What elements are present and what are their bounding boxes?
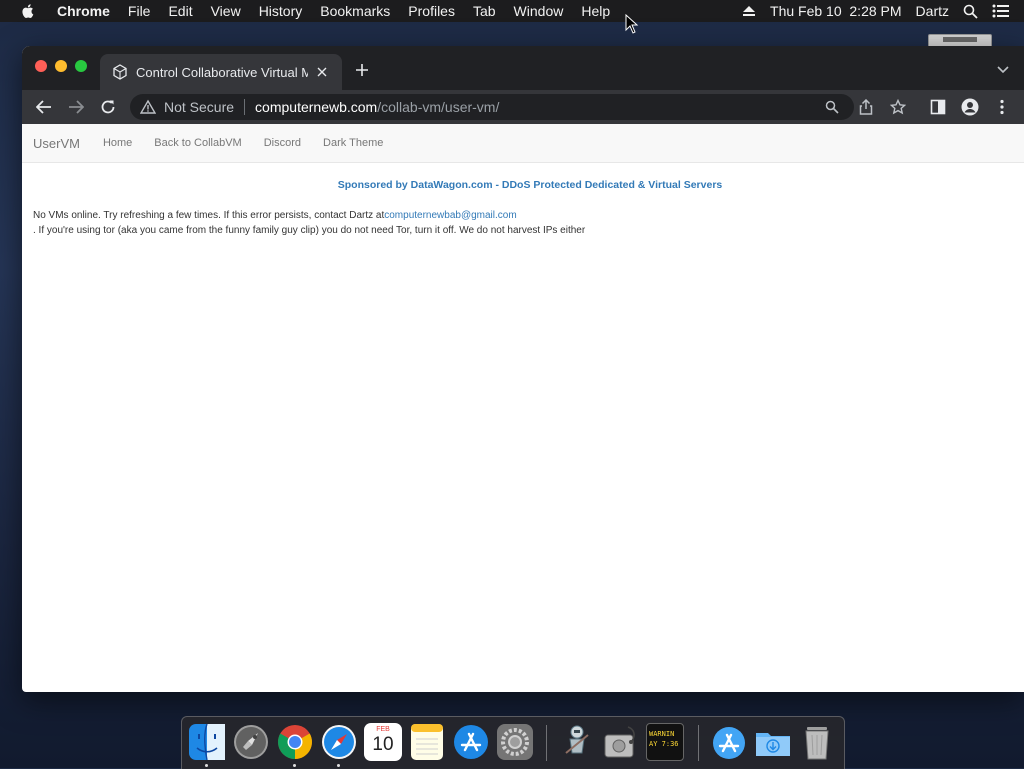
safari-icon[interactable] [320, 723, 358, 761]
menu-tab[interactable]: Tab [464, 3, 505, 19]
menubar-datetime[interactable]: Thu Feb 10 2:28 PM [770, 3, 902, 19]
browser-toolbar: Not Secure computernewb.com/collab-vm/us… [22, 90, 1024, 124]
search-icon[interactable] [963, 4, 978, 19]
menu-app-name[interactable]: Chrome [48, 3, 119, 19]
disk-utility-icon[interactable] [602, 723, 640, 761]
page-content: UserVM Home Back to CollabVM Discord Dar… [22, 124, 1024, 238]
google-chrome-icon[interactable] [276, 723, 314, 761]
bookmark-star-icon[interactable] [888, 98, 908, 116]
share-icon[interactable] [856, 98, 876, 116]
close-window-button[interactable] [35, 60, 47, 72]
nav-link-dark-theme[interactable]: Dark Theme [323, 137, 383, 149]
security-label[interactable]: Not Secure [164, 99, 234, 115]
finder-icon[interactable] [188, 723, 226, 761]
menu-file[interactable]: File [119, 3, 160, 19]
eject-icon[interactable] [742, 5, 756, 17]
address-bar[interactable]: Not Secure computernewb.com/collab-vm/us… [130, 94, 854, 120]
new-tab-button[interactable] [352, 60, 372, 80]
calendar-month: FEB [376, 726, 390, 733]
menu-bar: Chrome File Edit View History Bookmarks … [0, 0, 1024, 22]
minimize-window-button[interactable] [55, 60, 67, 72]
tab-search-chevron-down-icon[interactable] [996, 62, 1010, 76]
menu-view[interactable]: View [202, 3, 250, 19]
error-message-line2: . If you're using tor (aka you came from… [33, 225, 586, 236]
calendar-day: 10 [372, 734, 394, 755]
not-secure-warning-icon[interactable] [140, 99, 156, 115]
error-message: No VMs online. Try refreshing a few time… [33, 208, 1024, 238]
downloads-folder-icon[interactable] [754, 723, 792, 761]
forward-arrow-icon[interactable] [66, 98, 86, 116]
system-preferences-icon[interactable] [496, 723, 534, 761]
back-arrow-icon[interactable] [34, 98, 54, 116]
calendar-icon[interactable]: FEB 10 [364, 723, 402, 761]
tab-strip: Control Collaborative Virtual M [22, 46, 1024, 90]
browser-window: Control Collaborative Virtual M Not Secu… [22, 46, 1024, 692]
chrome-running-dot [293, 764, 296, 767]
zoom-magnifier-icon[interactable] [824, 99, 840, 115]
dock: FEB 10 WARNIN AY 7:36 [181, 716, 845, 769]
safari-running-dot [337, 764, 340, 767]
console-icon[interactable]: WARNIN AY 7:36 [646, 723, 684, 761]
menu-edit[interactable]: Edit [159, 3, 201, 19]
sponsor-banner-link[interactable]: Sponsored by DataWagon.com - DDoS Protec… [22, 179, 1024, 191]
url-host: computernewb.com [255, 99, 378, 115]
apple-icon[interactable] [20, 3, 36, 19]
app-store-icon[interactable] [452, 723, 490, 761]
app-store-stack-icon[interactable] [710, 723, 748, 761]
address-divider [244, 99, 246, 115]
collabvm-favicon-icon [112, 64, 128, 80]
site-navbar: UserVM Home Back to CollabVM Discord Dar… [22, 124, 1024, 163]
control-center-icon[interactable] [992, 4, 1010, 18]
menu-bookmarks[interactable]: Bookmarks [311, 3, 399, 19]
tab-active[interactable]: Control Collaborative Virtual M [100, 54, 342, 90]
menu-history[interactable]: History [250, 3, 312, 19]
nav-link-discord[interactable]: Discord [264, 137, 301, 149]
launchpad-icon[interactable] [232, 723, 270, 761]
side-panel-icon[interactable] [928, 98, 948, 116]
error-message-line1: No VMs online. Try refreshing a few time… [33, 210, 385, 221]
close-tab-icon[interactable] [314, 64, 330, 80]
menu-profiles[interactable]: Profiles [399, 3, 464, 19]
tab-title: Control Collaborative Virtual M [136, 64, 308, 80]
reload-icon[interactable] [98, 98, 118, 116]
nav-link-home[interactable]: Home [103, 137, 132, 149]
console-icon-text: WARNIN AY 7:36 [649, 730, 679, 748]
finder-running-dot [205, 764, 208, 767]
menu-window[interactable]: Window [505, 3, 573, 19]
zoom-window-button[interactable] [75, 60, 87, 72]
nav-link-back-to-collabvm[interactable]: Back to CollabVM [154, 137, 241, 149]
mouse-cursor-icon [625, 14, 639, 34]
more-menu-icon[interactable] [992, 98, 1012, 116]
automator-icon[interactable] [558, 723, 596, 761]
profile-avatar-icon[interactable] [960, 98, 980, 116]
notes-icon[interactable] [408, 723, 446, 761]
window-controls [35, 60, 95, 72]
trash-icon[interactable] [798, 723, 836, 761]
url-path: /collab-vm/user-vm/ [377, 99, 500, 115]
site-brand-link[interactable]: UserVM [33, 136, 80, 151]
menubar-user[interactable]: Dartz [916, 3, 949, 19]
menu-help[interactable]: Help [572, 3, 619, 19]
contact-email-link[interactable]: computernewbab@gmail.com [384, 210, 516, 221]
dock-separator [546, 725, 547, 761]
dock-separator [698, 725, 699, 761]
